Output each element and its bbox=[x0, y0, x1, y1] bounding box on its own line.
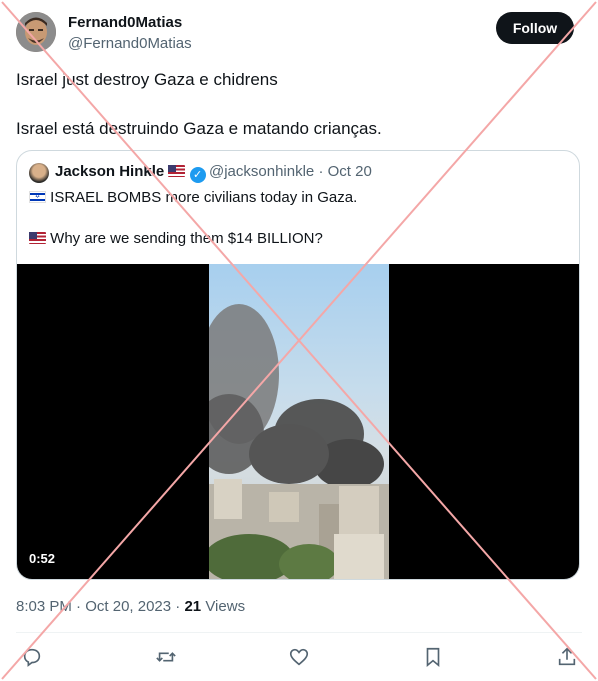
israel-flag-icon: ✡ bbox=[29, 191, 46, 203]
quoted-author-name: Jackson Hinkle bbox=[55, 163, 165, 180]
video-duration: 0:52 bbox=[29, 551, 56, 566]
tweet-text-line-1: Israel just destroy Gaza e chidrens bbox=[16, 70, 278, 89]
author-avatar[interactable] bbox=[16, 12, 56, 52]
retweet-icon[interactable] bbox=[155, 646, 177, 668]
reply-icon[interactable] bbox=[21, 646, 43, 668]
tweet-text-line-2: Israel está destruindo Gaza e matando cr… bbox=[16, 119, 382, 138]
us-flag-icon bbox=[29, 232, 46, 244]
views-count: 21 bbox=[184, 598, 202, 615]
quoted-author-avatar bbox=[29, 163, 49, 183]
meta-separator: · bbox=[318, 163, 324, 180]
quoted-text-2: Why are we sending them $14 BILLION? bbox=[50, 230, 323, 247]
quoted-author-name-row: Jackson Hinkle ✓ bbox=[55, 163, 206, 183]
timestamp-separator: · bbox=[71, 598, 86, 615]
us-flag-icon bbox=[168, 165, 186, 177]
tweet-date[interactable]: Oct 20, 2023 bbox=[85, 598, 171, 615]
quoted-text-line-2: Why are we sending them $14 BILLION? bbox=[29, 230, 323, 247]
views-label: Views bbox=[205, 598, 246, 615]
like-icon[interactable] bbox=[288, 646, 310, 668]
video-player[interactable]: 0:52 bbox=[17, 264, 579, 579]
follow-button[interactable]: Follow bbox=[496, 12, 574, 44]
share-icon[interactable] bbox=[556, 646, 578, 668]
quoted-handle: @jacksonhinkle bbox=[209, 163, 315, 180]
author-handle[interactable]: @Fernand0Matias bbox=[68, 35, 192, 52]
quoted-text-line-1: ✡ ISRAEL BOMBS more civilians today in G… bbox=[29, 189, 357, 206]
timestamp-separator-2: · bbox=[171, 598, 185, 615]
divider bbox=[16, 632, 582, 633]
author-name[interactable]: Fernand0Matias bbox=[68, 14, 182, 31]
bookmark-icon[interactable] bbox=[422, 646, 444, 668]
tweet-time[interactable]: 8:03 PM bbox=[16, 598, 72, 615]
quoted-tweet-card[interactable]: Jackson Hinkle ✓ @jacksonhinkle · Oct 20… bbox=[16, 150, 580, 580]
video-frame bbox=[209, 264, 389, 579]
verified-badge-icon: ✓ bbox=[189, 167, 206, 183]
quoted-text-1: ISRAEL BOMBS more civilians today in Gaz… bbox=[50, 189, 358, 206]
quoted-date: Oct 20 bbox=[327, 163, 372, 180]
quoted-meta: @jacksonhinkle · Oct 20 bbox=[209, 163, 372, 180]
tweet-timestamp: 8:03 PM · Oct 20, 2023 · 21 Views bbox=[16, 598, 245, 615]
